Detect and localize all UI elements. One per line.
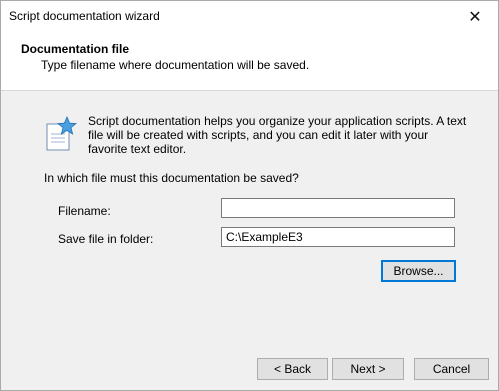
folder-label: Save file in folder: — [58, 232, 154, 246]
next-button[interactable]: Next > — [332, 358, 404, 380]
close-button[interactable]: ✕ — [452, 1, 498, 32]
wizard-window: Script documentation wizard ✕ Documentat… — [0, 0, 499, 391]
info-text: Script documentation helps you organize … — [88, 114, 467, 156]
filename-input[interactable] — [221, 198, 455, 218]
window-title: Script documentation wizard — [9, 9, 160, 23]
page-title: Documentation file — [21, 42, 130, 56]
page-subtitle: Type filename where documentation will b… — [41, 58, 310, 72]
folder-input[interactable] — [221, 227, 455, 247]
close-icon: ✕ — [468, 8, 482, 26]
browse-button[interactable]: Browse... — [381, 260, 456, 282]
document-star-icon — [46, 116, 77, 151]
filename-label: Filename: — [58, 204, 111, 218]
back-button[interactable]: < Back — [257, 358, 328, 380]
title-bar: Script documentation wizard ✕ — [1, 1, 498, 32]
wizard-header: Documentation file Type filename where d… — [1, 32, 498, 91]
cancel-button[interactable]: Cancel — [414, 358, 489, 380]
question-label: In which file must this documentation be… — [44, 171, 299, 185]
